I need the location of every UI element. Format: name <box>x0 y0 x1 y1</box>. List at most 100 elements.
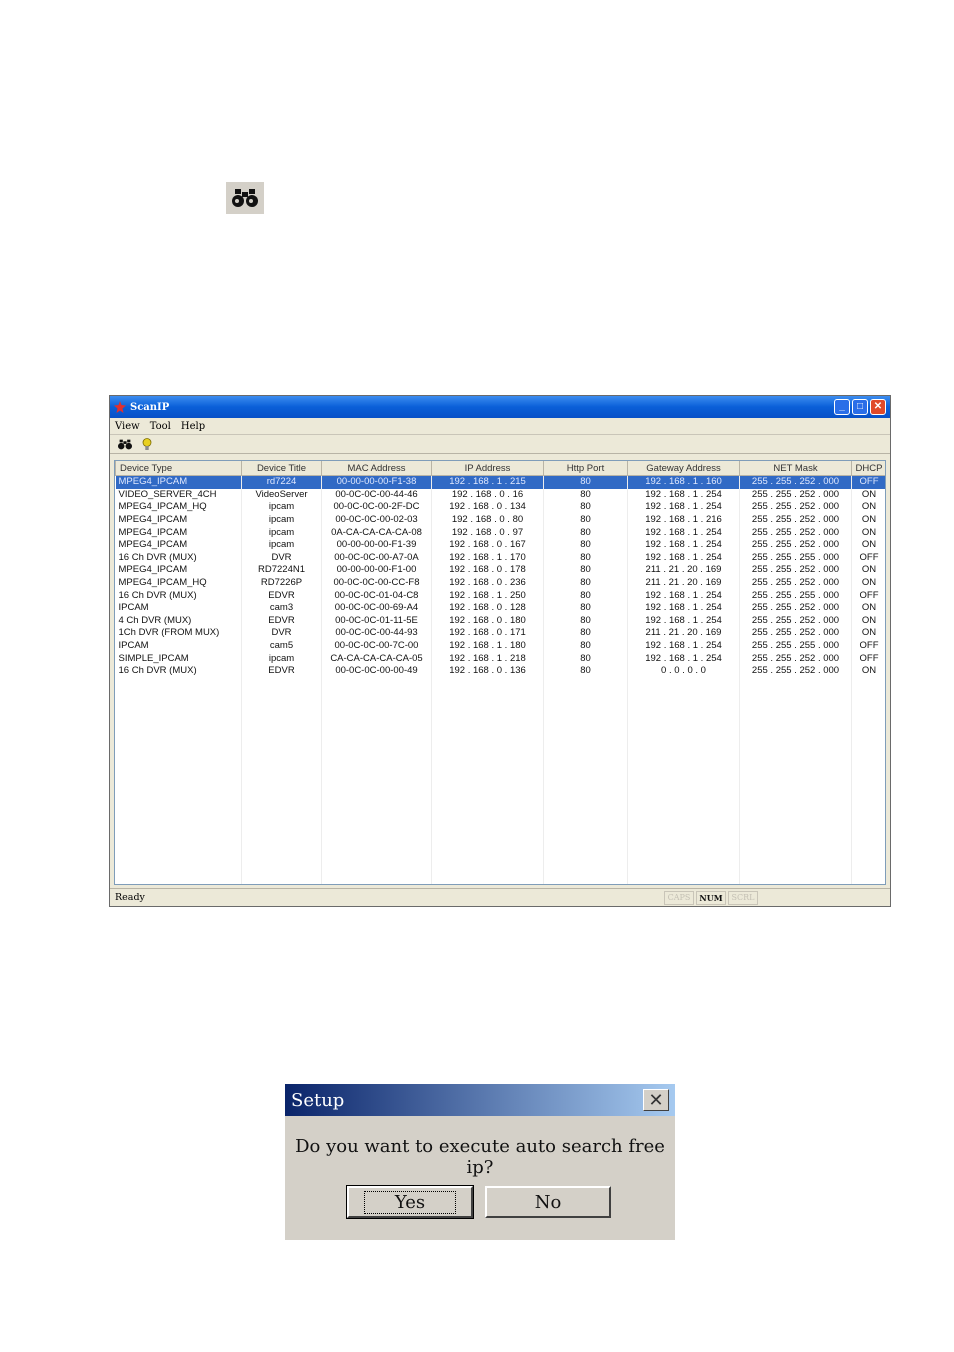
col-net-mask[interactable]: NET Mask <box>739 461 852 476</box>
cell-ip-address: 192 . 168 . 1 . 250 <box>431 589 544 602</box>
cell-gateway-address: 192 . 168 . 1 . 254 <box>627 639 740 653</box>
close-icon: ✕ <box>648 1089 664 1110</box>
cell-gateway-address: 211 . 21 . 20 . 169 <box>627 576 740 590</box>
help-button[interactable] <box>138 436 156 452</box>
device-table: Device Type Device Title MAC Address IP … <box>115 461 885 884</box>
empty-row <box>115 872 885 884</box>
app-icon <box>114 401 126 413</box>
cell-device-type: 1Ch DVR (FROM MUX) <box>115 627 242 640</box>
table-row[interactable]: IPCAM cam5 00-0C-0C-00-7C-00 192 . 168 . 1 … <box>115 639 885 653</box>
dialog-close-button[interactable]: ✕ <box>643 1089 669 1111</box>
cell-gateway-address: 0 . 0 . 0 . 0 <box>627 664 740 678</box>
cell-device-title: ipcam <box>241 526 322 539</box>
cell-dhcp: OFF <box>851 475 885 489</box>
empty-row <box>115 833 885 847</box>
cell-http-port: 80 <box>543 538 628 552</box>
cell-dhcp: OFF <box>851 639 885 653</box>
cell-device-title: RD7226P <box>241 576 322 590</box>
maximize-button[interactable]: □ <box>852 399 868 415</box>
col-dhcp[interactable]: DHCP <box>851 461 885 476</box>
cell-gateway-address: 192 . 168 . 1 . 254 <box>627 488 740 502</box>
menu-view[interactable]: View <box>115 421 140 432</box>
maximize-icon: □ <box>856 401 864 412</box>
cell-dhcp: ON <box>851 601 885 615</box>
col-mac-address[interactable]: MAC Address <box>321 461 432 476</box>
menu-tool[interactable]: Tool <box>150 421 171 432</box>
cell-device-type: MPEG4_IPCAM <box>115 538 242 552</box>
yes-button[interactable]: Yes <box>346 1185 474 1219</box>
table-row[interactable]: SIMPLE_IPCAM ipcam CA-CA-CA-CA-CA-05 192 . … <box>115 652 885 665</box>
no-button[interactable]: No <box>485 1186 611 1218</box>
table-row[interactable]: 4 Ch DVR (MUX) EDVR 00-0C-0C-01-11-5E 192 .… <box>115 614 885 628</box>
table-header: Device Type Device Title MAC Address IP … <box>115 461 885 476</box>
cell-gateway-address: 192 . 168 . 1 . 254 <box>627 589 740 602</box>
cell-http-port: 80 <box>543 601 628 615</box>
col-device-title[interactable]: Device Title <box>241 461 322 476</box>
cell-mac-address: 00-0C-0C-00-02-03 <box>321 513 432 527</box>
cell-dhcp: ON <box>851 627 885 640</box>
cell-dhcp: ON <box>851 538 885 552</box>
table-row[interactable]: 16 Ch DVR (MUX) EDVR 00-0C-0C-00-00-49 192 … <box>115 664 885 678</box>
table-row[interactable]: 16 Ch DVR (MUX) DVR 00-0C-0C-00-A7-0A 192 .… <box>115 551 885 565</box>
window-titlebar[interactable]: ScanIP _ □ ✕ <box>110 396 890 418</box>
col-device-type[interactable]: Device Type <box>115 461 242 476</box>
cell-dhcp: ON <box>851 513 885 527</box>
dialog-titlebar[interactable]: Setup ✕ <box>285 1084 675 1116</box>
table-row[interactable]: MPEG4_IPCAM_HQ RD7226P 00-0C-0C-00-CC-F8 19… <box>115 576 885 590</box>
cell-ip-address: 192 . 168 . 1 . 180 <box>431 639 544 653</box>
empty-row <box>115 742 885 756</box>
cell-dhcp: ON <box>851 564 885 577</box>
table-row[interactable]: 1Ch DVR (FROM MUX) DVR 00-0C-0C-00-44-93 19… <box>115 627 885 640</box>
no-label: No <box>534 1191 562 1213</box>
close-button[interactable]: ✕ <box>870 399 886 415</box>
cell-http-port: 80 <box>543 639 628 653</box>
cell-ip-address: 192 . 168 . 0 . 167 <box>431 538 544 552</box>
table-row[interactable]: MPEG4_IPCAM ipcam 0A-CA-CA-CA-CA-08 192 . 1… <box>115 526 885 539</box>
cell-mac-address: 00-0C-0C-00-A7-0A <box>321 551 432 565</box>
cell-ip-address: 192 . 168 . 0 . 178 <box>431 564 544 577</box>
table-row[interactable]: MPEG4_IPCAM ipcam 00-0C-0C-00-02-03 192 . 1… <box>115 513 885 527</box>
table-row[interactable]: VIDEO_SERVER_4CH VideoServer 00-0C-0C-00-4… <box>115 488 885 502</box>
col-http-port[interactable]: Http Port <box>543 461 628 476</box>
search-button[interactable] <box>116 436 134 452</box>
empty-row <box>115 768 885 782</box>
cell-ip-address: 192 . 168 . 1 . 170 <box>431 551 544 565</box>
table-row[interactable]: IPCAM cam3 00-0C-0C-00-69-A4 192 . 168 . 0 … <box>115 601 885 615</box>
col-gateway-address[interactable]: Gateway Address <box>627 461 740 476</box>
cell-ip-address: 192 . 168 . 0 . 236 <box>431 576 544 590</box>
cell-device-type: 16 Ch DVR (MUX) <box>115 551 242 565</box>
toolbar <box>110 435 890 454</box>
close-icon: ✕ <box>873 401 883 412</box>
cell-ip-address: 192 . 168 . 0 . 134 <box>431 501 544 514</box>
cell-device-title: VideoServer <box>241 488 322 502</box>
table-row[interactable]: 16 Ch DVR (MUX) EDVR 00-0C-0C-01-04-C8 192 … <box>115 589 885 602</box>
cell-device-type: 4 Ch DVR (MUX) <box>115 614 242 628</box>
cell-gateway-address: 192 . 168 . 1 . 254 <box>627 538 740 552</box>
empty-row <box>115 807 885 821</box>
cell-device-title: DVR <box>241 627 322 640</box>
table-row[interactable]: MPEG4_IPCAM_HQ ipcam 00-0C-0C-00-2F-DC 192 … <box>115 501 885 514</box>
cell-device-title: ipcam <box>241 513 322 527</box>
cell-mac-address: 00-0C-0C-00-7C-00 <box>321 639 432 653</box>
empty-row <box>115 846 885 860</box>
col-ip-address[interactable]: IP Address <box>431 461 544 476</box>
cell-gateway-address: 192 . 168 . 1 . 160 <box>627 475 740 489</box>
device-list[interactable]: Device Type Device Title MAC Address IP … <box>114 460 886 885</box>
setup-dialog: Setup ✕ Do you want to execute auto sear… <box>285 1084 675 1240</box>
cell-device-title: rd7224 <box>241 475 322 489</box>
table-row[interactable]: MPEG4_IPCAM rd7224 00-00-00-00-F1-38 192 . … <box>115 475 885 489</box>
cell-device-title: cam5 <box>241 639 322 653</box>
table-row[interactable]: MPEG4_IPCAM ipcam 00-00-00-00-F1-39 192 . 1… <box>115 538 885 552</box>
cell-http-port: 80 <box>543 614 628 628</box>
cell-http-port: 80 <box>543 513 628 527</box>
cell-ip-address: 192 . 168 . 0 . 80 <box>431 513 544 527</box>
menu-help[interactable]: Help <box>181 421 205 432</box>
minimize-button[interactable]: _ <box>834 399 850 415</box>
num-indicator: NUM <box>696 890 726 905</box>
cell-mac-address: 00-00-00-00-F1-00 <box>321 564 432 577</box>
cell-device-type: MPEG4_IPCAM <box>115 513 242 527</box>
table-row[interactable]: MPEG4_IPCAM RD7224N1 00-00-00-00-F1-00 192 … <box>115 564 885 577</box>
cell-device-type: MPEG4_IPCAM_HQ <box>115 576 242 590</box>
cell-device-title: DVR <box>241 551 322 565</box>
cell-device-title: cam3 <box>241 601 322 615</box>
